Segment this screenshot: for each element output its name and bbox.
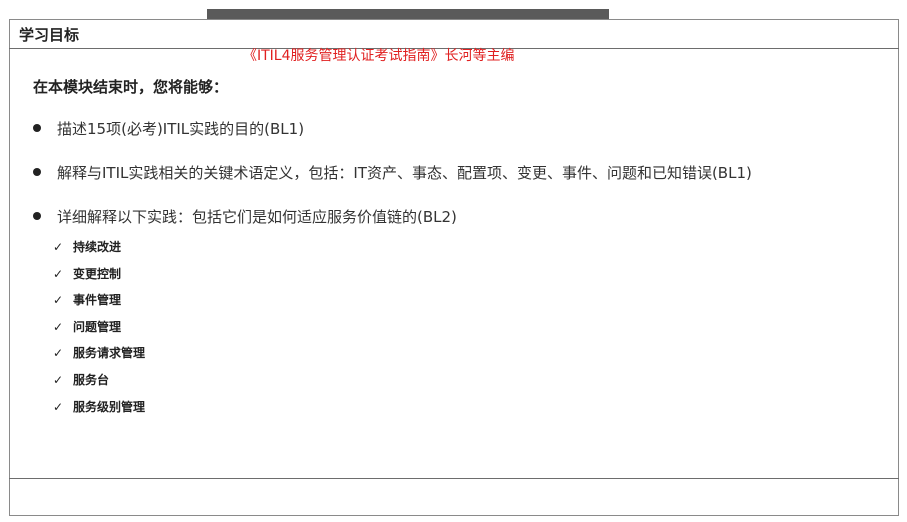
top-decorative-bar [207, 9, 609, 19]
practice-item: ✓ 服务级别管理 [53, 398, 145, 425]
bullet-dot-icon [33, 211, 41, 220]
check-mark-icon: ✓ [53, 399, 64, 414]
check-mark-icon: ✓ [53, 319, 64, 334]
practice-label: 变更控制 [73, 266, 122, 281]
objective-text: 解释与ITIL实践相关的关键术语定义，包括：IT资产、事态、配置项、变更、事件、… [57, 164, 752, 182]
check-mark-icon: ✓ [53, 346, 64, 361]
check-mark-icon: ✓ [53, 266, 64, 281]
practice-label: 服务级别管理 [73, 399, 146, 414]
practice-label: 事件管理 [73, 293, 122, 308]
bottom-divider [9, 478, 899, 479]
practice-item: ✓ 服务请求管理 [53, 344, 145, 371]
objective-text: 描述15项(必考)ITIL实践的目的(BL1) [57, 120, 305, 138]
practice-list: ✓ 持续改进 ✓ 变更控制 ✓ 事件管理 ✓ 问题管理 ✓ 服务请求管理 ✓ 服务台 ✓ 服务… [53, 238, 145, 424]
practice-item: ✓ 事件管理 [53, 291, 145, 318]
practice-item: ✓ 服务台 [53, 371, 145, 398]
practice-item: ✓ 持续改进 [53, 238, 145, 265]
objective-item: 描述15项(必考)ITIL实践的目的(BL1) [33, 118, 304, 139]
bullet-dot-icon [33, 167, 41, 176]
objective-text: 详细解释以下实践：包括它们是如何适应服务价值链的(BL2) [57, 208, 457, 226]
check-mark-icon: ✓ [53, 293, 64, 308]
practice-label: 问题管理 [73, 319, 122, 334]
objective-item: 详细解释以下实践：包括它们是如何适应服务价值链的(BL2) [33, 206, 457, 227]
check-mark-icon: ✓ [53, 240, 64, 254]
practice-item: ✓ 问题管理 [53, 318, 145, 345]
source-note: 《ITIL4服务管理认证考试指南》长河等主编 [243, 48, 515, 64]
bullet-dot-icon [33, 123, 41, 132]
practice-label: 服务台 [73, 372, 110, 387]
check-mark-icon: ✓ [53, 372, 64, 387]
practice-label: 持续改进 [73, 240, 122, 254]
objective-item: 解释与ITIL实践相关的关键术语定义，包括：IT资产、事态、配置项、变更、事件、… [33, 162, 752, 183]
practice-label: 服务请求管理 [73, 346, 146, 361]
section-title: 学习目标 [19, 26, 80, 44]
practice-item: ✓ 变更控制 [53, 265, 145, 292]
intro-heading: 在本模块结束时，您将能够： [33, 78, 229, 96]
